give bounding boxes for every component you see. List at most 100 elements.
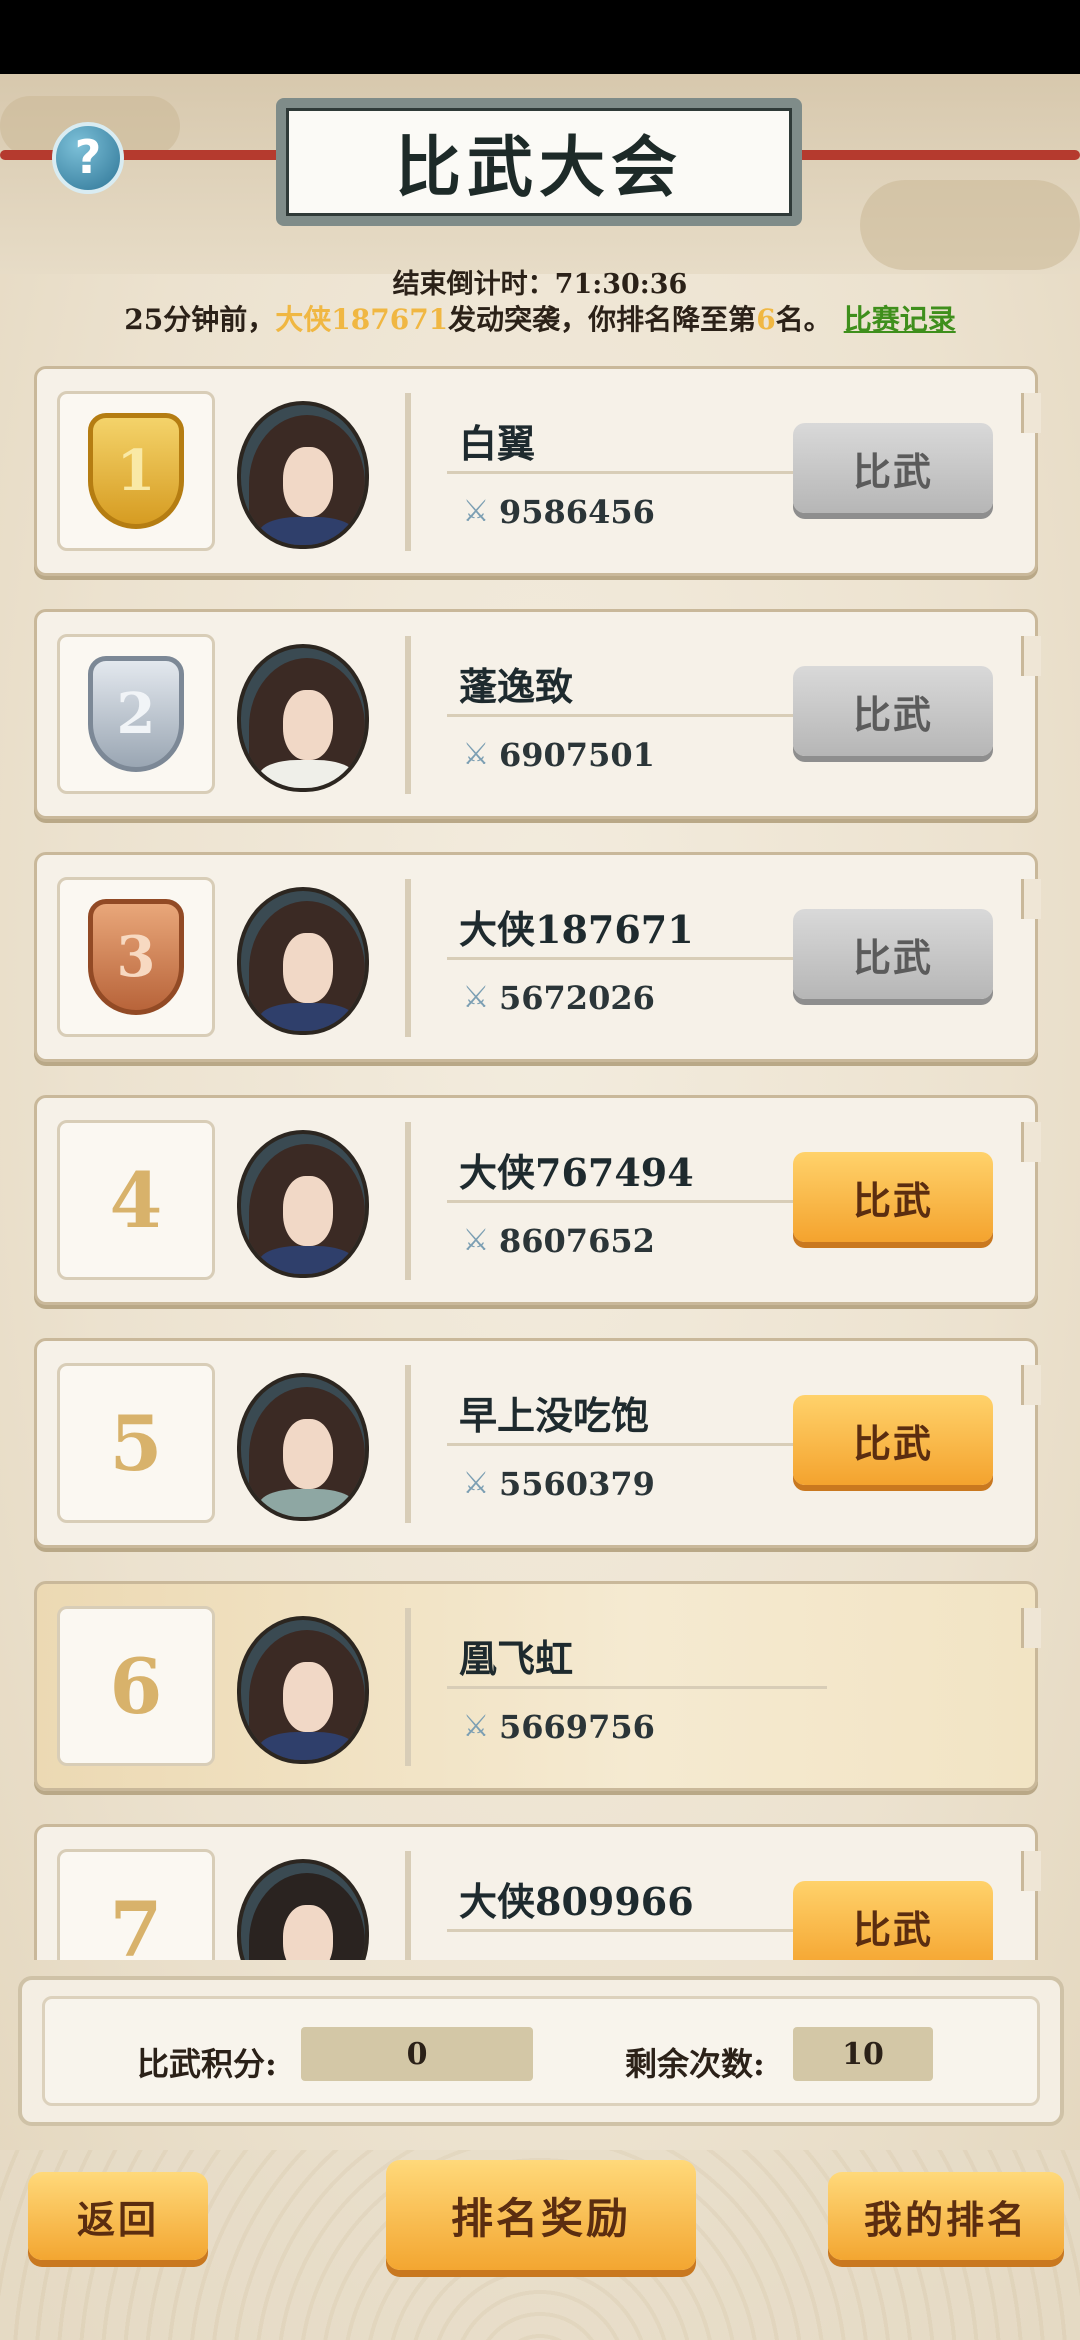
challenge-button[interactable]: 比武 [793,1152,993,1242]
rank-badge: 3 [57,877,215,1037]
rank-badge: 6 [57,1606,215,1766]
avatar-face [283,1905,333,1960]
divider [447,1443,827,1446]
avatar[interactable] [237,1859,369,1960]
remaining-label: 剩余次数: [625,2045,765,2083]
gold-medal-icon: 1 [88,413,184,529]
divider [447,1686,827,1689]
rank-row: 5 早上没吃饱 ⚔ 5560379 比武 [34,1338,1041,1548]
avatar-face [283,1176,333,1246]
rank-number: 7 [109,1884,163,1961]
player-info: 大侠187671 ⚔ 5672026 [405,879,827,1037]
notice-rank: 6 [756,303,776,336]
card-notch [1021,1365,1041,1405]
avatar-face [283,447,333,517]
rank-row: 7 大侠809966 比武 [34,1824,1041,1960]
combat-power: 8607652 [499,1222,655,1260]
rank-row: 4 大侠767494 ⚔ 8607652 比武 [34,1095,1041,1305]
crossed-swords-icon: ⚔ [462,1223,490,1258]
rank-badge: 4 [57,1120,215,1280]
combat-power: 5560379 [499,1465,655,1503]
countdown: 结束倒计时：71:30:36 [0,262,1080,301]
avatar[interactable] [237,1616,369,1764]
challenge-button[interactable]: 比武 [793,909,993,999]
points-label: 比武积分: [137,2045,277,2083]
avatar-face [283,933,333,1003]
score-panel-inner: 比武积分: 0 剩余次数: 10 [42,1996,1040,2106]
score-panel: 比武积分: 0 剩余次数: 10 [18,1976,1064,2126]
avatar-robe [259,1003,355,1031]
player-name: 大侠809966 [459,1879,694,1924]
red-rope-right [780,150,1080,160]
avatar[interactable] [237,887,369,1035]
crossed-swords-icon: ⚔ [462,1709,490,1744]
combat-power: 6907501 [499,736,655,774]
divider [447,471,827,474]
challenge-button[interactable]: 比武 [793,423,993,513]
back-button[interactable]: 返回 [28,2172,208,2260]
avatar[interactable] [237,401,369,549]
crossed-swords-icon: ⚔ [462,980,490,1015]
rank-number: 5 [109,1398,163,1488]
challenge-button[interactable]: 比武 [793,1881,993,1960]
avatar-robe [259,1246,355,1274]
divider [447,714,827,717]
points-value: 0 [301,2027,533,2081]
question-icon[interactable]: ? [52,122,124,194]
rank-notice: 25分钟前，大侠187671发动突袭，你排名降至第6名。 比赛记录 [0,298,1080,338]
avatar-face [283,1662,333,1732]
player-info: 白翼 ⚔ 9586456 [405,393,827,551]
rank-row: 2 蓬逸致 ⚔ 6907501 比武 [34,609,1041,819]
card-notch [1021,393,1041,433]
title-board: 比武大会 [276,98,802,226]
status-bar [0,0,1080,74]
crossed-swords-icon: ⚔ [462,1466,490,1501]
player-info: 大侠767494 ⚔ 8607652 [405,1122,827,1280]
player-name: 大侠187671 [459,907,694,952]
combat-power: 5672026 [499,979,655,1017]
red-rope-left [0,150,300,160]
countdown-value: 71:30:36 [554,269,688,300]
player-name: 大侠767494 [459,1150,694,1195]
player-name: 凰飞虹 [459,1636,574,1681]
card-notch [1021,636,1041,676]
silver-medal-icon: 2 [88,656,184,772]
divider [447,957,827,960]
bronze-medal-icon: 3 [88,899,184,1015]
avatar-face [283,1419,333,1489]
avatar-face [283,690,333,760]
notice-attacker: 大侠187671 [275,303,449,336]
rank-number: 6 [109,1641,163,1731]
challenge-button[interactable]: 比武 [793,666,993,756]
my-rank-button[interactable]: 我的排名 [828,2172,1064,2260]
crossed-swords-icon: ⚔ [462,494,490,529]
player-info: 凰飞虹 ⚔ 5669756 [405,1608,827,1766]
card-notch [1021,1608,1041,1648]
avatar-robe [259,517,355,545]
card-notch [1021,1851,1041,1891]
ranking-list[interactable]: 1 白翼 ⚔ 9586456 比武 2 蓬逸致 ⚔ 6907501 比武 3 大侠187671 ⚔ 567… [0,360,1080,1960]
combat-power: 5669756 [499,1708,655,1746]
card-notch [1021,879,1041,919]
page-title: 比武大会 [286,108,792,216]
challenge-button[interactable]: 比武 [793,1395,993,1485]
avatar[interactable] [237,1130,369,1278]
combat-power: 9586456 [499,493,655,531]
notice-prefix: 25分钟前， [124,303,276,336]
avatar[interactable] [237,644,369,792]
rank-badge: 5 [57,1363,215,1523]
divider [447,1200,827,1203]
rank-badge: 2 [57,634,215,794]
avatar[interactable] [237,1373,369,1521]
divider [447,1929,827,1932]
rank-badge: 7 [57,1849,215,1960]
player-info: 大侠809966 [405,1851,827,1960]
rank-badge: 1 [57,391,215,551]
player-info: 早上没吃饱 ⚔ 5560379 [405,1365,827,1523]
notice-middle: 发动突袭，你排名降至第 [448,303,757,336]
rank-rewards-button[interactable]: 排名奖励 [386,2160,696,2270]
match-record-link[interactable]: 比赛记录 [844,303,956,336]
card-notch [1021,1122,1041,1162]
player-name: 蓬逸致 [459,664,574,709]
player-info: 蓬逸致 ⚔ 6907501 [405,636,827,794]
